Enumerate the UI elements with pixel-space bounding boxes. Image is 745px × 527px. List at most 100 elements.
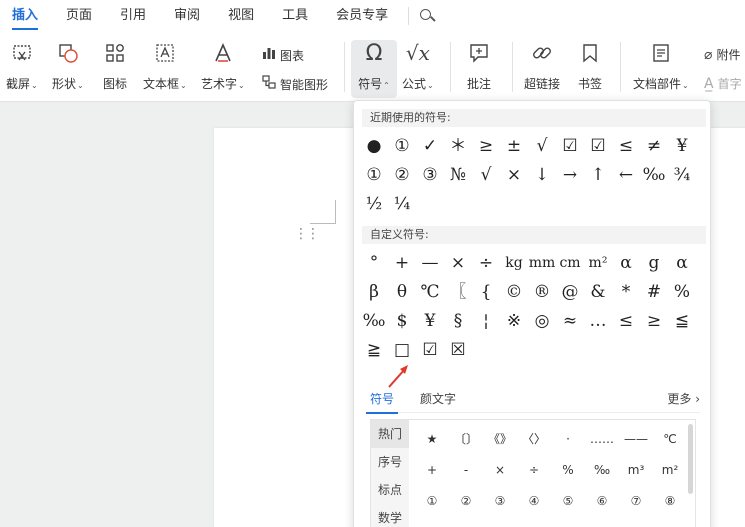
- recent-symbol[interactable]: ☑: [556, 132, 584, 161]
- custom-symbol[interactable]: ©: [500, 278, 528, 307]
- custom-symbol[interactable]: #: [640, 278, 668, 307]
- custom-symbol[interactable]: 〖: [444, 278, 472, 307]
- textbox-button[interactable]: 文本框⌄: [143, 40, 187, 98]
- browser-symbol[interactable]: +: [415, 455, 449, 486]
- custom-symbol[interactable]: ÷: [472, 249, 500, 278]
- attachment-button[interactable]: ⌀ 附件: [704, 46, 740, 63]
- custom-symbol[interactable]: %: [668, 278, 696, 307]
- tab-review[interactable]: 审阅: [174, 0, 200, 32]
- smartart-button[interactable]: 智能图形: [262, 75, 328, 93]
- browser-symbol[interactable]: ……: [585, 424, 619, 455]
- custom-symbol[interactable]: ×: [444, 249, 472, 278]
- wordart-button[interactable]: 艺术字⌄: [201, 40, 245, 98]
- custom-symbol[interactable]: ¦: [472, 307, 500, 336]
- recent-symbol[interactable]: ●: [360, 132, 388, 161]
- custom-symbol[interactable]: θ: [388, 278, 416, 307]
- category-item[interactable]: 数学: [371, 504, 409, 527]
- custom-symbol[interactable]: α: [668, 249, 696, 278]
- browser-symbol[interactable]: ‰: [585, 455, 619, 486]
- custom-symbol[interactable]: ◎: [528, 307, 556, 336]
- browser-symbol[interactable]: m³: [619, 455, 653, 486]
- custom-symbol[interactable]: m²: [584, 249, 612, 278]
- recent-symbol[interactable]: →: [556, 161, 584, 190]
- recent-symbol[interactable]: ③: [416, 161, 444, 190]
- tab-member[interactable]: 会员专享: [336, 0, 388, 32]
- hyperlink-button[interactable]: 超链接: [524, 40, 560, 98]
- browser-symbol[interactable]: ①: [415, 486, 449, 517]
- recent-symbol[interactable]: ¼: [388, 190, 416, 219]
- custom-symbol[interactable]: ℃: [416, 278, 444, 307]
- browser-symbol[interactable]: ⑧: [653, 486, 687, 517]
- recent-symbol[interactable]: ¾: [668, 161, 696, 190]
- browser-symbol[interactable]: ③: [483, 486, 517, 517]
- browser-symbol[interactable]: ℃: [653, 424, 687, 455]
- custom-symbol[interactable]: kg: [500, 249, 528, 278]
- recent-symbol[interactable]: ☑: [584, 132, 612, 161]
- browser-symbol[interactable]: m²: [653, 455, 687, 486]
- tab-symbols[interactable]: 符号: [365, 387, 399, 414]
- browser-symbol[interactable]: ②: [449, 486, 483, 517]
- browser-symbol[interactable]: ·: [551, 424, 585, 455]
- browser-symbol[interactable]: ⑥: [585, 486, 619, 517]
- browser-symbol[interactable]: 《》: [483, 424, 517, 455]
- custom-symbol[interactable]: ≦: [668, 307, 696, 336]
- custom-symbol[interactable]: cm: [556, 249, 584, 278]
- recent-symbol[interactable]: ←: [612, 161, 640, 190]
- recent-symbol[interactable]: ±: [500, 132, 528, 161]
- category-item[interactable]: 序号: [371, 448, 409, 476]
- custom-symbol[interactable]: ※: [500, 307, 528, 336]
- recent-symbol[interactable]: ＊: [444, 132, 472, 161]
- recent-symbol[interactable]: ↓: [528, 161, 556, 190]
- recent-symbol[interactable]: ≠: [640, 132, 668, 161]
- recent-symbol[interactable]: ‰: [640, 161, 668, 190]
- symbol-button[interactable]: Ω 符号⌃: [351, 40, 397, 98]
- custom-symbol[interactable]: ≈: [556, 307, 584, 336]
- custom-symbol[interactable]: $: [388, 307, 416, 336]
- browser-symbol[interactable]: ÷: [517, 455, 551, 486]
- custom-symbol[interactable]: §: [444, 307, 472, 336]
- recent-symbol[interactable]: №: [444, 161, 472, 190]
- shape-button[interactable]: 形状⌄: [52, 40, 84, 98]
- browser-symbol[interactable]: 〈〉: [517, 424, 551, 455]
- dropcap-button[interactable]: A̲ 首字: [704, 75, 742, 92]
- custom-symbol[interactable]: &: [584, 278, 612, 307]
- custom-symbol[interactable]: ¥: [416, 307, 444, 336]
- custom-symbol[interactable]: °: [360, 249, 388, 278]
- recent-symbol[interactable]: ↑: [584, 161, 612, 190]
- recent-symbol[interactable]: ✓: [416, 132, 444, 161]
- tab-view[interactable]: 视图: [228, 0, 254, 32]
- icon-button[interactable]: 图标: [102, 40, 128, 98]
- browser-symbol[interactable]: ★: [415, 424, 449, 455]
- category-item[interactable]: 热门: [371, 420, 409, 448]
- custom-symbol[interactable]: *: [612, 278, 640, 307]
- recent-symbol[interactable]: ①: [360, 161, 388, 190]
- custom-symbol[interactable]: g: [640, 249, 668, 278]
- formula-button[interactable]: √x 公式⌄: [402, 40, 434, 98]
- screenshot-button[interactable]: 截屏⌄: [6, 40, 38, 98]
- recent-symbol[interactable]: ①: [388, 132, 416, 161]
- custom-symbol[interactable]: ‰: [360, 307, 388, 336]
- recent-symbol[interactable]: ½: [360, 190, 388, 219]
- tab-insert[interactable]: 插入: [12, 0, 39, 32]
- browser-symbol[interactable]: ⑦: [619, 486, 653, 517]
- custom-symbol[interactable]: …: [584, 307, 612, 336]
- custom-symbol[interactable]: α: [612, 249, 640, 278]
- browser-symbol[interactable]: %: [551, 455, 585, 486]
- custom-symbol[interactable]: ≧: [360, 336, 388, 365]
- recent-symbol[interactable]: ≤: [612, 132, 640, 161]
- custom-symbol[interactable]: ☑: [416, 336, 444, 365]
- tab-emoticons[interactable]: 颜文字: [420, 387, 456, 413]
- custom-symbol[interactable]: @: [556, 278, 584, 307]
- tab-tools[interactable]: 工具: [282, 0, 308, 32]
- bookmark-button[interactable]: 书签: [577, 40, 603, 98]
- search-icon[interactable]: [419, 8, 435, 24]
- drag-handle-icon[interactable]: ⋮⋮: [294, 226, 320, 242]
- recent-symbol[interactable]: √: [528, 132, 556, 161]
- recent-symbol[interactable]: ②: [388, 161, 416, 190]
- tab-references[interactable]: 引用: [120, 0, 146, 32]
- browser-symbol[interactable]: -: [449, 455, 483, 486]
- custom-symbol[interactable]: {: [472, 278, 500, 307]
- more-symbols-link[interactable]: 更多 ›: [667, 387, 700, 411]
- custom-symbol[interactable]: β: [360, 278, 388, 307]
- tab-page[interactable]: 页面: [66, 0, 92, 32]
